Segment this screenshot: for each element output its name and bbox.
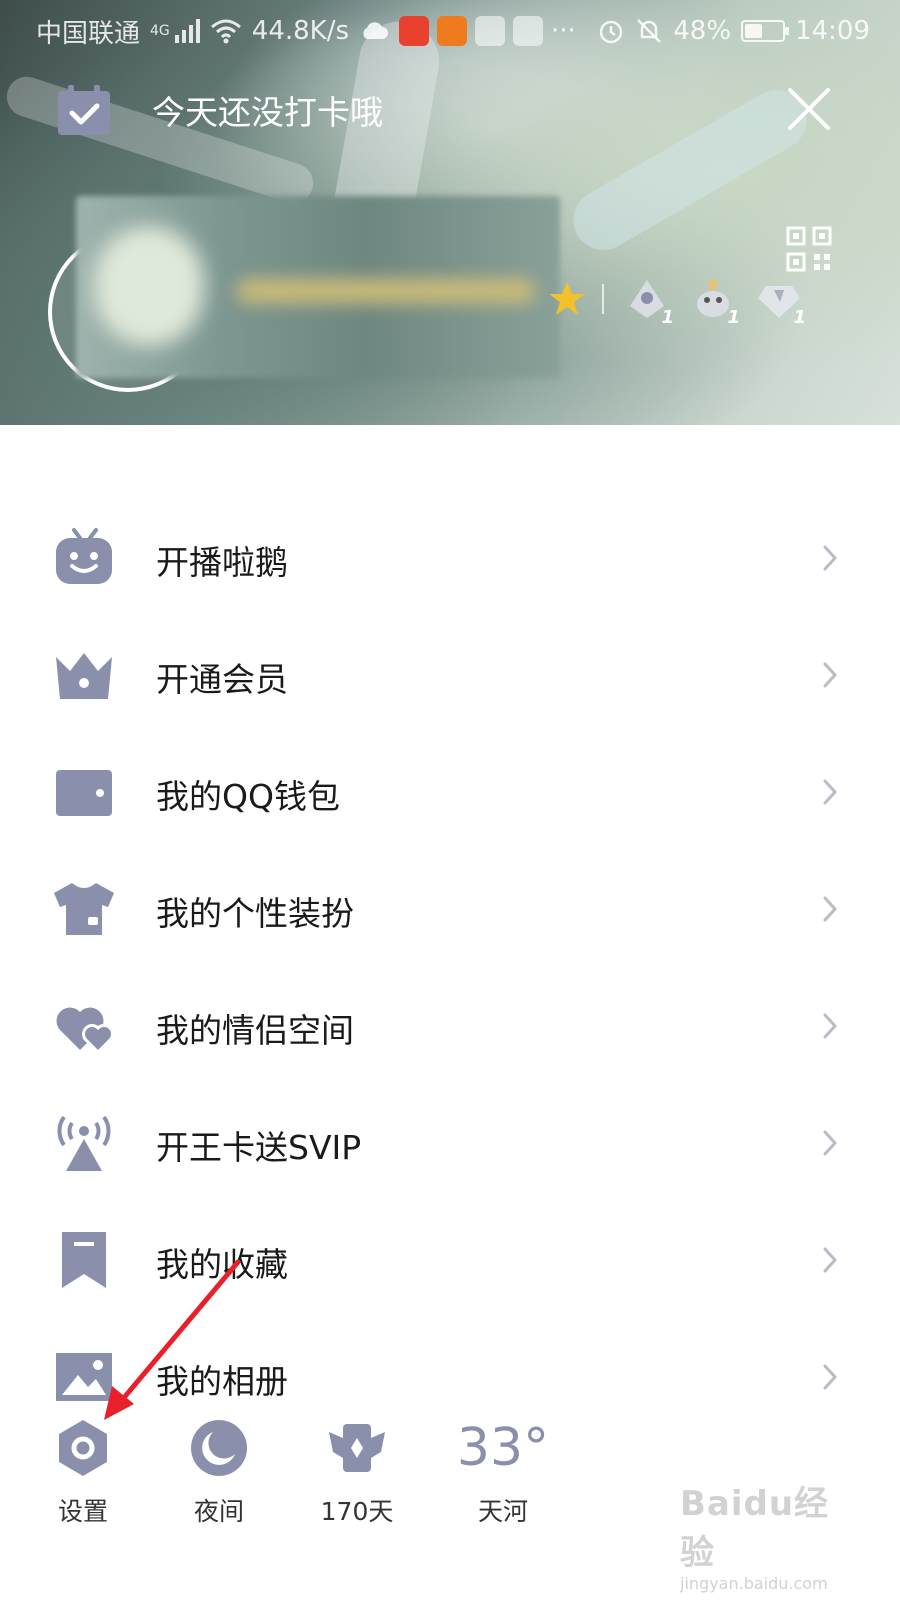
more-notifications: ··· <box>551 16 576 46</box>
menu-item-label: 我的情侣空间 <box>156 1011 354 1050</box>
night-label: 夜间 <box>193 1497 244 1526</box>
star-icon <box>549 282 585 315</box>
badge-count: 1 <box>793 307 806 328</box>
watermark-brand: Baidu经验 <box>680 1484 830 1573</box>
menu-item-favorites[interactable]: 我的收藏 <box>0 1202 900 1319</box>
crown-icon <box>56 653 112 699</box>
bookmark-icon <box>62 1232 106 1288</box>
menu-item-theme[interactable]: 我的个性装扮 <box>0 851 900 968</box>
temperature: 33° <box>456 1418 550 1478</box>
menu-item-label: 开通会员 <box>156 660 288 699</box>
qr-code-icon[interactable] <box>786 226 832 272</box>
menu-item-label: 我的相册 <box>156 1362 288 1401</box>
status-bar: 中国联通 4G 44.8K/s ··· 48% 14:09 <box>0 0 900 62</box>
menu-item-label: 我的个性装扮 <box>156 894 354 933</box>
close-icon[interactable] <box>786 86 832 132</box>
menu-item-label: 开王卡送SVIP <box>156 1128 362 1167</box>
gear-icon <box>59 1420 107 1476</box>
alarm-icon <box>600 20 623 44</box>
network-speed: 44.8K/s <box>251 16 350 46</box>
drawer-menu: 开播啦鹅 开通会员 我的QQ钱包 我的个性装扮 我的情侣空间 开王卡送SVIP … <box>0 500 900 1436</box>
menu-item-couple-space[interactable]: 我的情侣空间 <box>0 968 900 1085</box>
divider <box>602 284 604 314</box>
weather-button[interactable]: 33° 天河 <box>448 1418 558 1528</box>
checkin-text: 今天还没打卡哦 <box>152 93 383 132</box>
weather-location: 天河 <box>477 1497 528 1526</box>
chevron-right-icon <box>823 545 838 571</box>
hearts-icon <box>56 1007 114 1055</box>
menu-item-label: 开播啦鹅 <box>156 543 288 582</box>
calendar-check-icon <box>58 85 110 135</box>
badge-count: 1 <box>661 307 674 328</box>
badge-item[interactable]: 1 <box>624 276 674 328</box>
signal-tower-icon <box>57 1115 111 1171</box>
checkin-banner[interactable]: 今天还没打卡哦 <box>56 80 383 140</box>
battery-percent: 48% <box>673 16 732 46</box>
badge-item[interactable]: 1 <box>756 276 806 328</box>
weibo-icon <box>399 16 430 46</box>
badge-row[interactable]: 1 1 1 <box>548 276 822 328</box>
badge-count: 1 <box>727 307 740 328</box>
tv-robot-icon <box>56 528 112 584</box>
tshirt-icon <box>54 883 114 935</box>
chevron-right-icon <box>823 779 838 805</box>
chevron-right-icon <box>823 1364 838 1390</box>
watermark-url: jingyan.baidu.com <box>680 1574 828 1593</box>
clock: 14:09 <box>795 16 870 46</box>
chevron-right-icon <box>823 662 838 688</box>
moon-icon <box>191 1420 247 1476</box>
badge-item[interactable]: 1 <box>690 276 740 328</box>
carrier-name: 中国联通 <box>36 18 141 49</box>
menu-item-label: 我的QQ钱包 <box>156 777 340 816</box>
hms-icon <box>475 16 506 46</box>
chevron-right-icon <box>823 1130 838 1156</box>
menu-item-label: 我的收藏 <box>156 1245 288 1284</box>
night-mode-button[interactable]: 夜间 <box>164 1418 274 1528</box>
menu-item-live[interactable]: 开播啦鹅 <box>0 500 900 617</box>
wallet-icon <box>56 770 112 816</box>
settings-label: 设置 <box>57 1497 108 1526</box>
days-label: 170天 <box>320 1497 394 1526</box>
settings-button[interactable]: 设置 <box>28 1418 138 1528</box>
profile-info-blurred[interactable] <box>76 196 560 378</box>
winged-badge-icon <box>329 1424 385 1472</box>
profile-header: 中国联通 4G 44.8K/s ··· 48% 14:09 今天还没打卡哦 1 … <box>0 0 900 425</box>
app-store-icon <box>513 16 544 46</box>
baidu-watermark: Baidu经验 jingyan.baidu.com <box>680 1476 860 1593</box>
network-type: 4G <box>150 23 170 39</box>
mute-bell-icon <box>637 19 662 43</box>
chevron-right-icon <box>823 1013 838 1039</box>
menu-item-membership[interactable]: 开通会员 <box>0 617 900 734</box>
menu-item-king-card[interactable]: 开王卡送SVIP <box>0 1085 900 1202</box>
background-decoration <box>562 79 818 261</box>
signal-icon <box>174 19 200 43</box>
menu-item-wallet[interactable]: 我的QQ钱包 <box>0 734 900 851</box>
cloud-icon <box>363 22 389 39</box>
wifi-icon <box>210 19 241 44</box>
photo-icon <box>56 1353 112 1401</box>
checkin-days-button[interactable]: 170天 <box>302 1418 412 1528</box>
chevron-right-icon <box>823 896 838 922</box>
battery-icon <box>741 20 790 42</box>
hand-app-icon <box>437 16 468 46</box>
chevron-right-icon <box>823 1247 838 1273</box>
